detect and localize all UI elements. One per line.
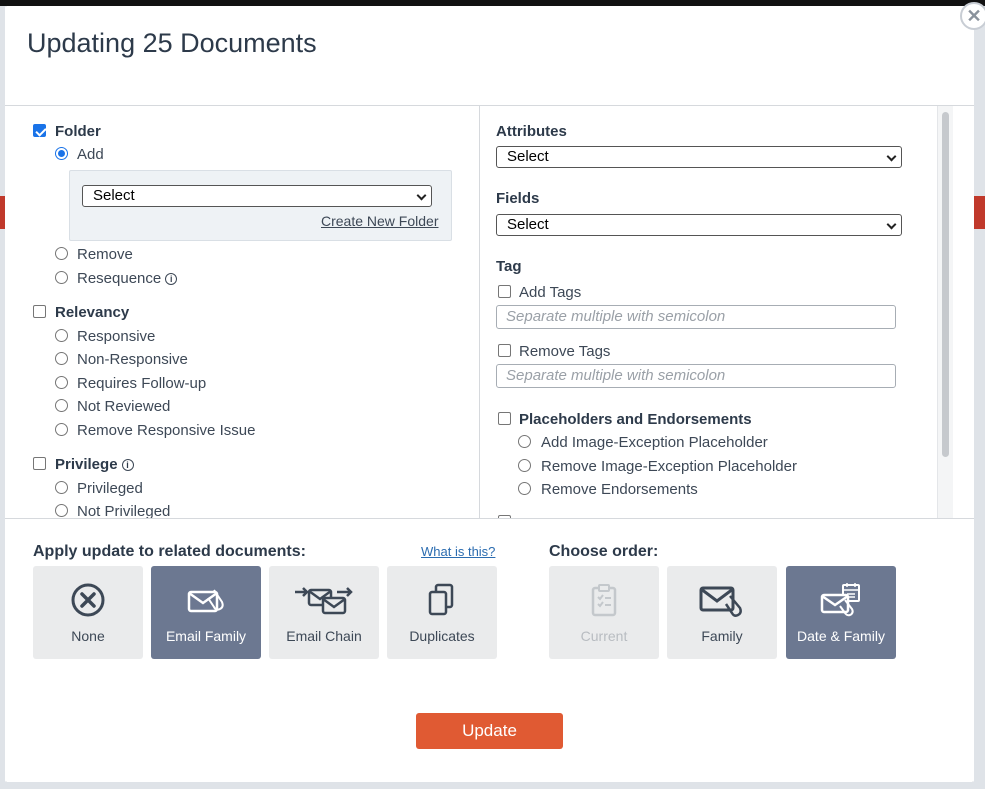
relevancy-option-label: Not Reviewed: [77, 398, 171, 415]
info-icon[interactable]: i: [165, 273, 178, 285]
modal-header: Updating 25 Documents: [5, 6, 974, 106]
related-tile-duplicates[interactable]: Duplicates: [387, 566, 497, 659]
placeholder-option-radio[interactable]: [518, 435, 531, 448]
background-red-bar-right: [973, 196, 985, 229]
tile-label: Current: [580, 628, 628, 644]
remove-tags-label: Remove Tags: [519, 343, 611, 360]
related-tile-email-chain[interactable]: Email Chain: [269, 566, 379, 659]
privilege-checkbox[interactable]: [33, 457, 46, 470]
fields-label: Fields: [496, 190, 540, 207]
order-tile-current: Current: [549, 566, 659, 659]
folder-add-radio[interactable]: [55, 147, 68, 160]
folder-select-panel: Select Create New Folder: [69, 170, 452, 241]
placeholder-option-radio[interactable]: [518, 482, 531, 495]
duplicate-icon: [428, 583, 454, 616]
background-app-bottom: [0, 782, 985, 789]
relevancy-option-radio[interactable]: [55, 329, 68, 342]
placeholder-option-radio[interactable]: [518, 459, 531, 472]
clipboard-icon: [591, 584, 617, 617]
placeholder-option-label: Add Image-Exception Placeholder: [541, 434, 768, 451]
update-documents-modal: ✕ Updating 25 Documents Folder Add Selec…: [5, 2, 985, 782]
tile-label: Email Family: [165, 628, 247, 644]
email-attachment-icon: [699, 586, 742, 617]
folder-resequence-label: Resequence i: [77, 270, 178, 287]
tile-label: Email Chain: [286, 628, 362, 644]
privilege-option-radio[interactable]: [55, 504, 68, 517]
circle-x-icon: [71, 583, 105, 617]
relevancy-option-radio[interactable]: [55, 423, 68, 436]
placeholders-label: Placeholders and Endorsements: [519, 411, 752, 428]
tile-label: Duplicates: [409, 628, 475, 644]
update-button[interactable]: Update: [416, 713, 563, 749]
order-tile-family[interactable]: Family: [667, 566, 777, 659]
modal-title: Updating 25 Documents: [27, 28, 317, 58]
partial-checkbox[interactable]: [498, 515, 511, 518]
placeholder-option-label: Remove Endorsements: [541, 481, 698, 498]
what-is-this-link[interactable]: What is this?: [421, 544, 495, 559]
email-calendar-icon: [820, 583, 860, 617]
add-tags-checkbox[interactable]: [498, 285, 511, 298]
folder-label: Folder: [55, 123, 101, 140]
privilege-option-label: Privileged: [77, 480, 143, 497]
relevancy-option-radio[interactable]: [55, 399, 68, 412]
fields-select-value: Select: [507, 216, 549, 233]
folder-checkbox[interactable]: [33, 124, 46, 137]
modal-body[interactable]: Folder Add Select Create New Folder Remo…: [5, 106, 974, 519]
close-icon[interactable]: ✕: [960, 2, 985, 30]
info-icon[interactable]: i: [121, 459, 134, 471]
add-tags-label: Add Tags: [519, 284, 582, 301]
chevron-down-icon: [886, 151, 897, 162]
body-scrollbar[interactable]: [937, 106, 953, 518]
email-chain-icon: [295, 587, 353, 615]
folder-remove-radio[interactable]: [55, 247, 68, 260]
relevancy-option-radio[interactable]: [55, 376, 68, 389]
chevron-down-icon: [416, 190, 427, 201]
attributes-label: Attributes: [496, 123, 567, 140]
left-column: Folder Add Select Create New Folder Remo…: [5, 106, 480, 519]
relevancy-option-radio[interactable]: [55, 352, 68, 365]
background-app-right: [973, 6, 985, 789]
related-tile-none[interactable]: None: [33, 566, 143, 659]
placeholder-option-label: Remove Image-Exception Placeholder: [541, 458, 797, 475]
relevancy-option-label: Non-Responsive: [77, 351, 188, 368]
tile-label: None: [71, 628, 105, 644]
relevancy-option-label: Responsive: [77, 328, 156, 345]
relevancy-option-label: Remove Responsive Issue: [77, 422, 256, 439]
chevron-down-icon: [886, 219, 897, 230]
privilege-label: Privilege i: [55, 456, 134, 473]
privilege-option-label: Not Privileged: [77, 503, 171, 519]
scrollbar-thumb[interactable]: [942, 112, 949, 457]
folder-resequence-radio[interactable]: [55, 271, 68, 284]
folder-select[interactable]: Select: [82, 185, 432, 207]
attributes-select[interactable]: Select: [496, 146, 902, 168]
tile-label: Family: [701, 628, 743, 644]
relevancy-checkbox[interactable]: [33, 305, 46, 318]
folder-select-value: Select: [93, 187, 135, 204]
remove-tags-checkbox[interactable]: [498, 344, 511, 357]
folder-remove-label: Remove: [77, 246, 133, 263]
placeholders-checkbox[interactable]: [498, 412, 511, 425]
tile-label: Date & Family: [797, 628, 885, 644]
right-column: Attributes Select Fields Select Tag Add …: [481, 106, 937, 518]
add-tags-input[interactable]: Separate multiple with semicolon: [496, 305, 896, 329]
attributes-select-value: Select: [507, 148, 549, 165]
folder-add-label: Add: [77, 146, 104, 163]
fields-select[interactable]: Select: [496, 214, 902, 236]
relevancy-option-label: Requires Follow-up: [77, 375, 207, 392]
tag-label: Tag: [496, 258, 522, 275]
choose-order-title: Choose order:: [549, 543, 659, 560]
create-new-folder-link[interactable]: Create New Folder: [321, 213, 439, 229]
related-docs-title: Apply update to related documents:: [33, 543, 306, 560]
email-attachment-icon: [187, 589, 224, 613]
order-tile-date-family[interactable]: Date & Family: [786, 566, 896, 659]
remove-tags-input[interactable]: Separate multiple with semicolon: [496, 364, 896, 388]
relevancy-label: Relevancy: [55, 304, 130, 321]
related-tile-email-family[interactable]: Email Family: [151, 566, 261, 659]
privilege-option-radio[interactable]: [55, 481, 68, 494]
